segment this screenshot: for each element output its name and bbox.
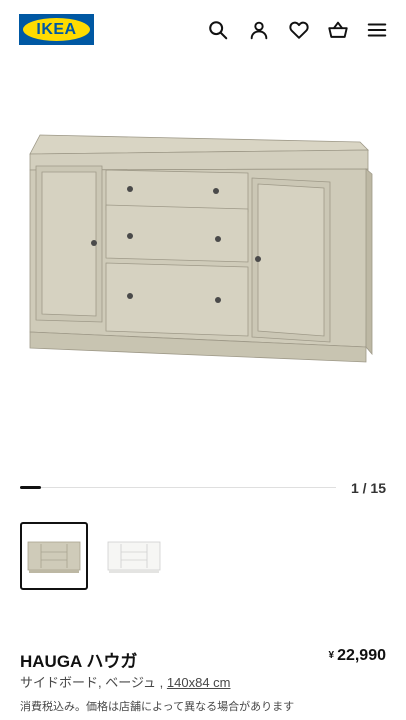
product-description: サイドボード, ベージュ , 140x84 cm bbox=[20, 672, 231, 691]
header: IKEA bbox=[0, 0, 406, 62]
gallery-progress-bar[interactable] bbox=[20, 478, 336, 498]
ikea-logo[interactable]: IKEA bbox=[19, 14, 94, 45]
thumbnail-strip bbox=[20, 522, 168, 590]
logo-oval: IKEA bbox=[23, 18, 90, 41]
menu-icon[interactable] bbox=[365, 18, 389, 42]
product-price: ¥ 22,990 bbox=[329, 647, 387, 665]
logo-text: IKEA bbox=[36, 20, 77, 38]
basket-icon[interactable] bbox=[326, 18, 350, 42]
tax-note: 消費税込み。価格は店舗によって異なる場合があります bbox=[20, 701, 295, 713]
price-currency: ¥ bbox=[328, 650, 335, 661]
thumbnail-white-image bbox=[107, 541, 161, 573]
product-type-color: サイドボード, ベージュ , bbox=[20, 675, 164, 690]
search-icon[interactable] bbox=[206, 18, 230, 42]
account-icon[interactable] bbox=[247, 18, 271, 42]
product-main-image[interactable] bbox=[0, 62, 406, 462]
price-amount: 22,990 bbox=[337, 647, 386, 664]
progress-fill bbox=[20, 486, 41, 489]
image-counter: 1 / 15 bbox=[350, 480, 386, 496]
progress-track bbox=[20, 487, 336, 488]
thumbnail-beige-image bbox=[27, 541, 81, 573]
product-size-link[interactable]: 140x84 cm bbox=[167, 675, 231, 690]
heart-icon[interactable] bbox=[287, 18, 311, 42]
sideboard-illustration bbox=[29, 134, 373, 363]
product-name: HAUGA ハウガ bbox=[20, 652, 138, 671]
thumbnail-white[interactable] bbox=[100, 522, 168, 590]
thumbnail-beige[interactable] bbox=[20, 522, 88, 590]
